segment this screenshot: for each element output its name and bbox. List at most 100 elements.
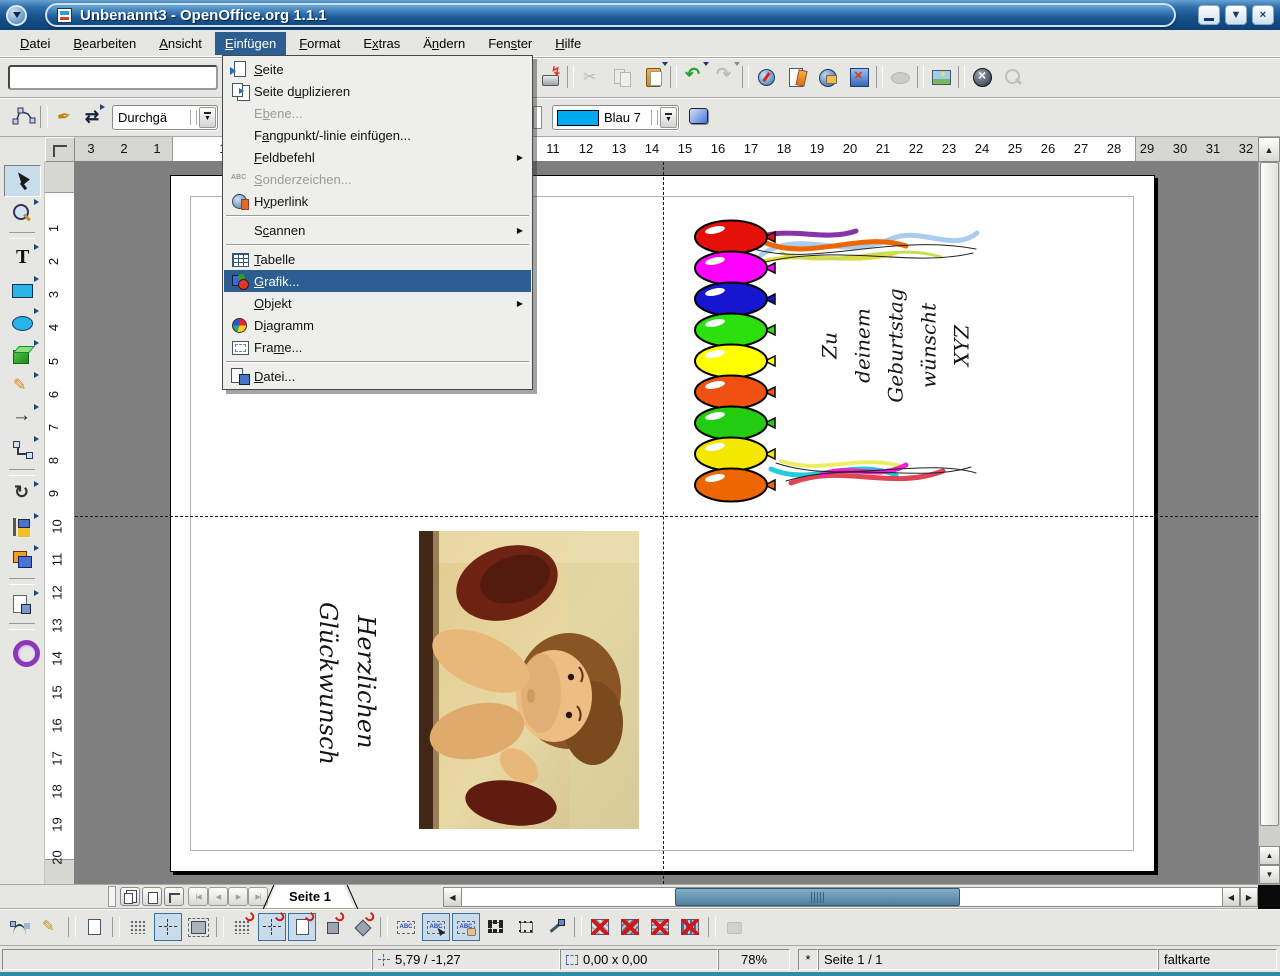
ellipse-tool-button[interactable]: [4, 306, 41, 338]
page-tab[interactable]: Seite 1: [266, 885, 354, 908]
combo-dropdown-button[interactable]: ▼: [199, 106, 216, 128]
stylist-button[interactable]: [783, 62, 811, 92]
fold-guide-vertical[interactable]: [663, 162, 664, 884]
edit-points-mode-button[interactable]: [6, 913, 34, 941]
master-page-mode-button[interactable]: [142, 887, 162, 906]
menu-item-scannen[interactable]: Scannen ▶: [224, 219, 531, 241]
menu-item-frame[interactable]: Frame...: [224, 336, 531, 358]
snap-to-object-frame-button[interactable]: [318, 911, 347, 941]
select-tool-button[interactable]: [3, 165, 41, 197]
scroll-up-button[interactable]: ▲: [1258, 137, 1280, 162]
helplines-while-moving-button[interactable]: [80, 913, 108, 941]
menubar-item-format[interactable]: Format: [289, 32, 350, 55]
menubar-item-datei[interactable]: Datei: [10, 32, 60, 55]
line-style-combo[interactable]: Durchgä ▼: [112, 104, 218, 130]
menu-item-diagramm[interactable]: Diagramm: [224, 314, 531, 336]
zoom-button[interactable]: [845, 62, 873, 92]
gallery-button[interactable]: [814, 62, 842, 92]
zoom-tool-button[interactable]: [4, 197, 41, 229]
minimize-button[interactable]: [1198, 5, 1220, 25]
status-zoom-panel[interactable]: 78%: [718, 949, 790, 970]
line-width-field-partial[interactable]: [533, 106, 542, 129]
menubar-item-hilfe[interactable]: Hilfe: [545, 32, 591, 55]
rectangle-tool-button[interactable]: [4, 274, 41, 306]
undo-button[interactable]: [680, 62, 709, 92]
stop-loading-button[interactable]: [968, 62, 996, 92]
rotation-mode-button[interactable]: [36, 913, 64, 941]
menu-item-datei[interactable]: Datei...: [224, 365, 531, 387]
menu-item-fangpunkt-linie-einfugen[interactable]: Fangpunkt/-linie einfügen...: [224, 124, 531, 146]
modify-with-attributes-button[interactable]: [542, 913, 570, 941]
menubar-item-ansicht[interactable]: Ansicht: [149, 32, 212, 55]
connector-tool-button[interactable]: [4, 434, 41, 466]
scroll-down-button[interactable]: ▼: [1259, 865, 1280, 884]
small-handles-button[interactable]: [512, 913, 540, 941]
card-front-text[interactable]: Zu deinem Geburtstag wünscht XYZ: [814, 286, 979, 406]
contour-mode-button[interactable]: [616, 913, 644, 941]
lines-arrows-tool-button[interactable]: [4, 402, 41, 434]
scroll-left-button[interactable]: ◀: [1222, 887, 1240, 907]
line-contour-button[interactable]: [676, 913, 704, 941]
pane-splitter[interactable]: [108, 886, 116, 907]
menu-item-feldbefehl[interactable]: Feldbefehl ▶: [224, 146, 531, 168]
fold-guide-horizontal[interactable]: [75, 516, 1258, 517]
horizontal-scrollbar-thumb[interactable]: [675, 888, 960, 906]
show-page-frame-button[interactable]: [184, 913, 212, 941]
text-placeholder-button[interactable]: [646, 913, 674, 941]
menubar-item-bearbeiten[interactable]: Bearbeiten: [63, 32, 146, 55]
line-color-combo[interactable]: Blau 7 ▼: [552, 105, 679, 130]
snap-to-object-points-button[interactable]: [348, 911, 377, 941]
area-style-icon[interactable]: [689, 108, 708, 124]
vertical-scrollbar[interactable]: ▲ ▼: [1258, 162, 1280, 884]
3d-objects-tool-button[interactable]: [4, 338, 41, 370]
scroll-left-button[interactable]: ◀: [443, 887, 462, 907]
snap-to-snap-lines-button[interactable]: [258, 911, 287, 941]
alignment-tool-button[interactable]: [4, 511, 41, 543]
menu-item-seite-duplizieren[interactable]: Seite duplizieren: [224, 80, 531, 102]
menubar-item-andern[interactable]: Ändern: [413, 32, 475, 55]
titlebar[interactable]: Unbenannt3 - OpenOffice.org 1.1.1 ▼ ×: [0, 0, 1280, 30]
menu-item-seite[interactable]: Seite: [224, 58, 531, 80]
print-file-directly-button[interactable]: [536, 62, 564, 92]
paste-button[interactable]: [639, 62, 668, 92]
snap-to-page-margins-button[interactable]: [288, 911, 317, 941]
picture-placeholder-button[interactable]: [586, 913, 614, 941]
scroll-up-button[interactable]: ▲: [1259, 846, 1280, 865]
menubar-item-extras[interactable]: Extras: [353, 32, 410, 55]
menu-item-objekt[interactable]: Objekt ▶: [224, 292, 531, 314]
edit-points-button[interactable]: [10, 103, 38, 131]
maximize-button[interactable]: ▼: [1225, 5, 1247, 25]
simple-handles-button[interactable]: [482, 913, 510, 941]
double-click-to-edit-text-button[interactable]: [452, 913, 480, 941]
card-greeting-text[interactable]: Herzlichen Glückwunsch: [305, 602, 385, 765]
show-snap-lines-button[interactable]: [154, 913, 182, 941]
angel-image[interactable]: [419, 531, 639, 829]
menubar-item-fenster[interactable]: Fenster: [478, 32, 542, 55]
page-mode-button[interactable]: [120, 887, 140, 906]
curve-tool-button[interactable]: [4, 370, 41, 402]
quick-editing-button[interactable]: [392, 913, 420, 941]
ruler-origin-button[interactable]: [45, 137, 75, 162]
select-text-area-only-button[interactable]: [422, 913, 450, 941]
url-field[interactable]: [8, 65, 218, 90]
arrow-style-button[interactable]: ⇄: [78, 103, 106, 131]
navigator-button[interactable]: [752, 62, 780, 92]
menu-item-hyperlink[interactable]: Hyperlink: [224, 190, 531, 212]
combo-dropdown-button[interactable]: ▼: [660, 107, 677, 128]
insert-tool-button[interactable]: [4, 588, 41, 620]
window-menu-button[interactable]: [6, 4, 27, 26]
line-button[interactable]: ✒: [50, 103, 78, 131]
scroll-right-button[interactable]: ▶: [1240, 887, 1258, 907]
rotate-tool-button[interactable]: [4, 479, 41, 511]
menubar-item-einfugen[interactable]: Einfügen: [214, 31, 287, 55]
menu-item-grafik[interactable]: Grafik...: [224, 270, 531, 292]
layer-mode-button[interactable]: [164, 887, 184, 906]
vertical-scrollbar-thumb[interactable]: [1260, 162, 1279, 826]
snap-to-grid-button[interactable]: [228, 911, 257, 941]
imagemap-button[interactable]: [927, 62, 955, 92]
vertical-ruler[interactable]: 1 2 3 4 5 6 7 8 9 10 11 12 13 14 15 16 17 18 19 20: [45, 162, 75, 884]
show-grid-button[interactable]: [124, 913, 152, 941]
menu-item-tabelle[interactable]: Tabelle: [224, 248, 531, 270]
interaction-tool-button[interactable]: [4, 633, 41, 667]
close-button[interactable]: ×: [1252, 5, 1274, 25]
